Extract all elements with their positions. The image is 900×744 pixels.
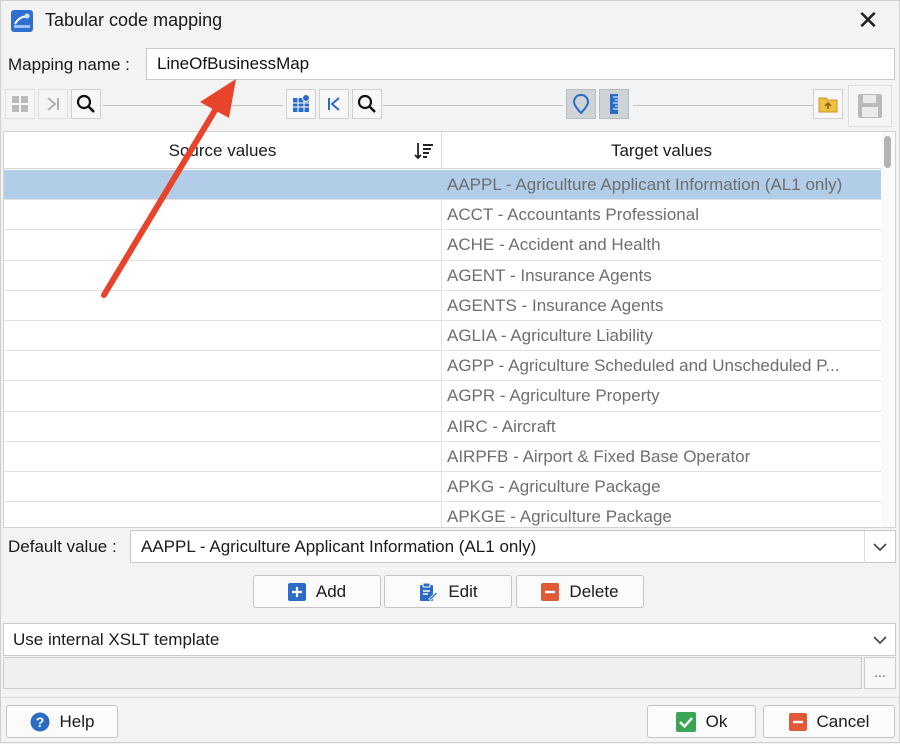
app-icon [11, 10, 33, 32]
cancel-icon [788, 712, 807, 731]
browse-button[interactable]: ... [864, 657, 896, 689]
folder-icon[interactable] [813, 89, 843, 119]
xslt-template-select[interactable]: Use internal XSLT template [3, 623, 896, 656]
source-value-cell[interactable] [4, 230, 442, 260]
chevron-down-icon[interactable] [864, 624, 895, 655]
table-header: Source values Target values [4, 132, 881, 169]
source-value-cell[interactable] [4, 200, 442, 230]
table-row[interactable]: ACHE - Accident and Health [4, 230, 881, 261]
target-value-cell[interactable]: APKG - Agriculture Package [447, 472, 877, 501]
table-row[interactable]: AGPR - Agriculture Property [4, 381, 881, 412]
source-value-cell[interactable] [4, 381, 442, 411]
chevron-down-icon[interactable] [864, 531, 895, 562]
search-icon[interactable] [71, 89, 101, 119]
source-value-cell[interactable] [4, 170, 442, 200]
table-row[interactable]: ACCT - Accountants Professional [4, 200, 881, 231]
source-value-cell[interactable] [4, 441, 442, 471]
target-value-cell[interactable]: ACHE - Accident and Health [447, 230, 877, 259]
target-value-cell[interactable]: AIRC - Aircraft [447, 412, 877, 441]
check-icon [675, 711, 696, 732]
target-value-cell[interactable]: AGPR - Agriculture Property [447, 381, 877, 410]
location-icon[interactable] [566, 89, 596, 119]
scrollbar-thumb[interactable] [884, 136, 891, 168]
source-value-cell[interactable] [4, 351, 442, 381]
svg-text:?: ? [35, 714, 44, 730]
table-row[interactable]: APKG - Agriculture Package [4, 471, 881, 503]
delete-button[interactable]: Delete [516, 575, 644, 608]
target-value-cell[interactable]: APKGE - Agriculture Package [447, 502, 877, 527]
source-value-cell[interactable] [4, 502, 442, 527]
toolbar [3, 85, 897, 129]
first-icon[interactable] [319, 89, 349, 119]
table-row[interactable]: AGENTS - Insurance Agents [4, 290, 881, 321]
edit-button[interactable]: Edit [384, 575, 512, 608]
toolbar-divider [633, 105, 813, 106]
sort-icon[interactable] [414, 141, 434, 161]
target-value-cell[interactable]: AGPP - Agriculture Scheduled and Unsched… [447, 351, 877, 380]
toolbar-divider [103, 105, 283, 106]
table-row[interactable]: AGPP - Agriculture Scheduled and Unsched… [4, 351, 881, 382]
add-button-label: Add [315, 581, 347, 601]
source-values-header[interactable]: Source values [4, 132, 442, 169]
target-value-cell[interactable]: AGLIA - Agriculture Liability [447, 321, 877, 350]
target-values-header[interactable]: Target values [442, 132, 881, 169]
target-value-cell[interactable]: AIRPFB - Airport & Fixed Base Operator [447, 442, 877, 471]
minus-icon [541, 582, 560, 601]
edit-button-label: Edit [448, 581, 478, 601]
add-button[interactable]: Add [253, 575, 381, 608]
target-value-cell[interactable]: AGENT - Insurance Agents [447, 261, 877, 290]
target-value-cell[interactable]: AAPPL - Agriculture Applicant Informatio… [447, 170, 877, 199]
source-value-cell[interactable] [4, 320, 442, 351]
help-button-label: Help [59, 711, 95, 731]
footer-divider [1, 697, 899, 698]
mapping-name-input[interactable] [146, 48, 895, 80]
table-body: AAPPL - Agriculture Applicant Informatio… [4, 170, 881, 527]
table-row[interactable]: APKGE - Agriculture Package [4, 502, 881, 527]
mapping-name-label: Mapping name : [8, 55, 130, 74]
table-row[interactable]: AAPPL - Agriculture Applicant Informatio… [4, 170, 881, 201]
toolbar-divider [383, 105, 563, 106]
mapping-table: Source values Target values AAPPL - Agri… [3, 131, 896, 528]
help-icon: ? [30, 712, 50, 731]
ok-button-label: Ok [705, 711, 728, 731]
ok-button[interactable]: Ok [647, 705, 756, 738]
xslt-template-text: Use internal XSLT template [13, 630, 220, 649]
target-value-cell[interactable]: ACCT - Accountants Professional [447, 200, 877, 229]
source-value-cell[interactable] [4, 290, 442, 320]
cancel-button[interactable]: Cancel [763, 705, 895, 738]
save-icon[interactable] [848, 85, 892, 127]
default-value-label: Default value : [8, 537, 117, 556]
search-icon[interactable] [352, 89, 382, 119]
default-value-select[interactable]: AAPPL - Agriculture Applicant Informatio… [130, 530, 896, 563]
window-title: Tabular code mapping [45, 10, 223, 30]
title-bar: Tabular code mapping ✕ [1, 1, 899, 41]
xslt-path-field[interactable] [3, 657, 862, 689]
plus-icon [287, 582, 306, 601]
table-row[interactable]: AGLIA - Agriculture Liability [4, 320, 881, 352]
help-button[interactable]: ? Help [6, 705, 118, 738]
source-value-cell[interactable] [4, 260, 442, 290]
grid-icon[interactable] [5, 89, 35, 119]
source-value-cell[interactable] [4, 471, 442, 502]
delete-button-label: Delete [569, 581, 619, 601]
close-icon[interactable]: ✕ [855, 7, 881, 33]
source-value-cell[interactable] [4, 411, 442, 441]
last-icon[interactable] [38, 89, 68, 119]
table-row[interactable]: AIRC - Aircraft [4, 411, 881, 442]
edit-icon [420, 582, 439, 601]
dialog-window: Tabular code mapping ✕ Mapping name : Li… [0, 0, 900, 743]
grid-add-icon[interactable] [286, 89, 316, 119]
target-value-cell[interactable]: AGENTS - Insurance Agents [447, 291, 877, 320]
ruler-icon[interactable] [599, 89, 629, 119]
table-row[interactable]: AGENT - Insurance Agents [4, 260, 881, 291]
default-value-text: AAPPL - Agriculture Applicant Informatio… [141, 537, 537, 556]
vertical-scrollbar[interactable] [881, 132, 895, 527]
table-row[interactable]: AIRPFB - Airport & Fixed Base Operator [4, 441, 881, 472]
cancel-button-label: Cancel [816, 711, 870, 731]
